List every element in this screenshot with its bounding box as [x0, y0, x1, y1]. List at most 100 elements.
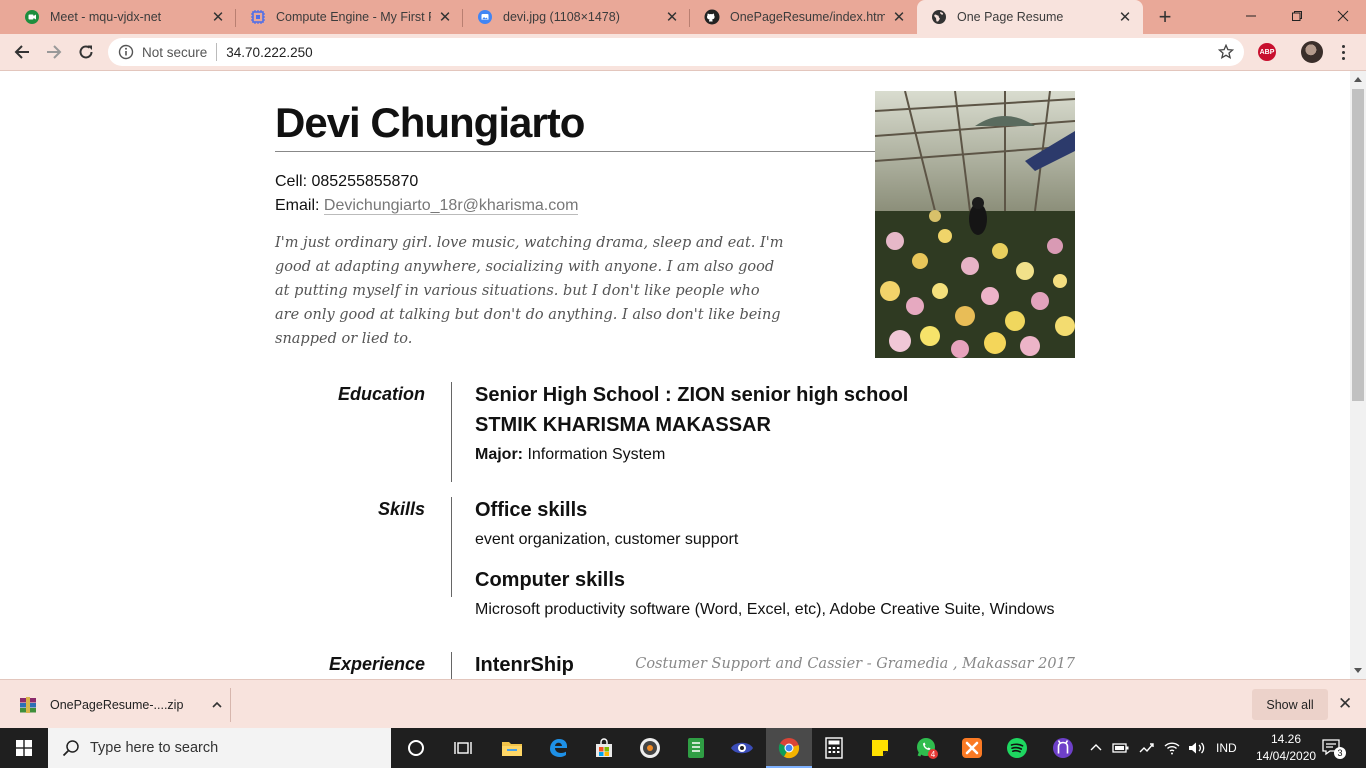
show-hidden-icons[interactable] — [1090, 742, 1102, 754]
media-player-button[interactable] — [627, 728, 673, 768]
spotify-button[interactable] — [994, 728, 1040, 768]
system-tray: IND — [1090, 728, 1237, 768]
battery-icon[interactable] — [1112, 741, 1130, 755]
browser-toolbar: Not secure 34.70.222.250 — [0, 34, 1366, 71]
security-label: Not secure — [142, 44, 208, 60]
input-language[interactable]: IND — [1216, 741, 1237, 755]
chrome-button[interactable] — [766, 728, 812, 768]
scrollbar-thumb[interactable] — [1352, 89, 1364, 401]
download-item[interactable]: OnePageResume-....zip — [12, 688, 223, 722]
calculator-button[interactable] — [811, 728, 857, 768]
chevron-up-icon[interactable] — [211, 699, 223, 711]
back-button[interactable] — [8, 38, 36, 66]
major-label: Major: — [475, 446, 523, 463]
cortana-button[interactable] — [393, 728, 439, 768]
wifi-icon[interactable] — [1164, 741, 1180, 755]
major-value: Information System — [527, 446, 666, 463]
browser-menu-icon[interactable] — [1334, 40, 1352, 64]
new-tab-button[interactable]: + — [1152, 4, 1178, 29]
restore-button[interactable] — [1274, 0, 1320, 32]
tab-title: OnePageResume/index.html at — [730, 10, 885, 24]
edge-button[interactable] — [535, 728, 581, 768]
clock-time: 14.26 — [1270, 732, 1302, 746]
microsoft-store-button[interactable] — [581, 728, 627, 768]
contact-block: Cell: 085255855870 Email: Devichungiarto… — [275, 170, 579, 218]
whatsapp-badge: 4 — [931, 750, 936, 759]
chrome-icon — [778, 738, 800, 759]
close-tab-icon[interactable]: ✕ — [1117, 9, 1133, 26]
computer-skills-title: Computer skills — [475, 569, 626, 591]
folder-icon — [502, 742, 522, 756]
sticky-notes-button[interactable] — [857, 728, 903, 768]
notes-app-button[interactable] — [673, 728, 719, 768]
system-clock[interactable]: 14.26 14/04/2020 — [1256, 731, 1316, 765]
scroll-up-icon[interactable] — [1354, 77, 1362, 82]
profile-avatar[interactable] — [1301, 41, 1323, 63]
experience-divider — [451, 652, 452, 679]
close-tab-icon[interactable]: ✕ — [437, 9, 453, 26]
close-tab-icon[interactable]: ✕ — [210, 9, 226, 26]
xampp-icon — [962, 738, 982, 758]
windows-logo-icon — [16, 740, 32, 756]
close-window-button[interactable] — [1320, 0, 1366, 32]
tab-title: devi.jpg (1108×1478) — [503, 10, 620, 24]
clock-date: 14/04/2020 — [1256, 749, 1317, 763]
file-explorer-button[interactable] — [489, 728, 535, 768]
volume-icon[interactable] — [1188, 741, 1206, 755]
omnibox-divider — [216, 43, 218, 61]
tab-meet[interactable]: Meet - mqu-vjdx-net ✕ — [10, 0, 236, 34]
show-all-button[interactable]: Show all — [1252, 689, 1328, 720]
scroll-down-icon[interactable] — [1354, 668, 1362, 673]
edge-icon — [550, 739, 567, 757]
tab-one-page-resume[interactable]: One Page Resume ✕ — [917, 0, 1143, 34]
tab-title: Meet - mqu-vjdx-net — [50, 10, 162, 24]
email-link[interactable]: Devichungiarto_18r@kharisma.com — [323, 197, 579, 215]
start-button[interactable] — [0, 728, 48, 768]
skills-label: Skills — [377, 499, 425, 519]
screen-recorder-button[interactable] — [719, 728, 765, 768]
bookmark-star-icon[interactable] — [1218, 44, 1234, 60]
whatsapp-icon: 4 — [917, 738, 938, 759]
close-tab-icon[interactable]: ✕ — [891, 9, 907, 26]
whatsapp-button[interactable]: 4 — [904, 728, 950, 768]
page-scrollbar[interactable] — [1350, 71, 1366, 679]
cell-line: Cell: 085255855870 — [275, 170, 578, 194]
forward-button[interactable] — [40, 38, 68, 66]
tab-compute-engine[interactable]: Compute Engine - My First Pro ✕ — [236, 0, 463, 34]
notification-count: 3 — [1337, 748, 1342, 758]
tab-devi-jpg[interactable]: devi.jpg (1108×1478) ✕ — [463, 0, 690, 34]
experience-label: Experience — [328, 654, 425, 674]
xampp-button[interactable] — [949, 728, 995, 768]
office-skills-title: Office skills — [475, 499, 588, 521]
url-text[interactable]: 34.70.222.250 — [226, 45, 312, 60]
education-major: Major: Information System — [475, 446, 665, 464]
task-view-button[interactable] — [440, 728, 486, 768]
action-center-button[interactable]: 3 — [1322, 738, 1348, 760]
skills-divider — [451, 497, 452, 597]
adblock-extension-icon[interactable]: ABP — [1258, 43, 1276, 61]
education-college: STMIK KHARISMA MAKASSAR — [475, 414, 771, 436]
computer-skills-detail: Microsoft productivity software (Word, E… — [475, 601, 1055, 618]
tab-title: One Page Resume — [957, 10, 1064, 24]
tab-github[interactable]: OnePageResume/index.html at ✕ — [690, 0, 917, 34]
taskbar-search[interactable]: Type here to search — [48, 728, 391, 768]
close-download-bar-icon[interactable]: ✕ — [1338, 694, 1352, 714]
download-filename: OnePageResume-....zip — [50, 698, 184, 712]
address-bar[interactable]: Not secure 34.70.222.250 — [108, 38, 1244, 66]
windows-taskbar: Type here to search 4 IND 14.26 14/04/20… — [0, 728, 1366, 768]
github-desktop-icon — [1053, 738, 1073, 758]
compute-engine-icon — [251, 10, 265, 24]
resume-name: Devi Chungiarto — [275, 99, 585, 146]
forward-arrow-icon — [47, 45, 62, 59]
reload-button[interactable] — [72, 38, 100, 66]
minimize-icon — [1246, 15, 1256, 17]
store-icon — [596, 738, 612, 757]
minimize-button[interactable] — [1228, 0, 1274, 32]
close-tab-icon[interactable]: ✕ — [664, 9, 680, 26]
bio-paragraph: I'm just ordinary girl. love music, watc… — [275, 235, 784, 347]
network-sync-icon[interactable] — [1138, 740, 1156, 756]
download-divider — [230, 688, 231, 722]
info-icon[interactable] — [118, 44, 134, 60]
restore-icon — [1292, 11, 1302, 21]
github-desktop-button[interactable] — [1040, 728, 1086, 768]
